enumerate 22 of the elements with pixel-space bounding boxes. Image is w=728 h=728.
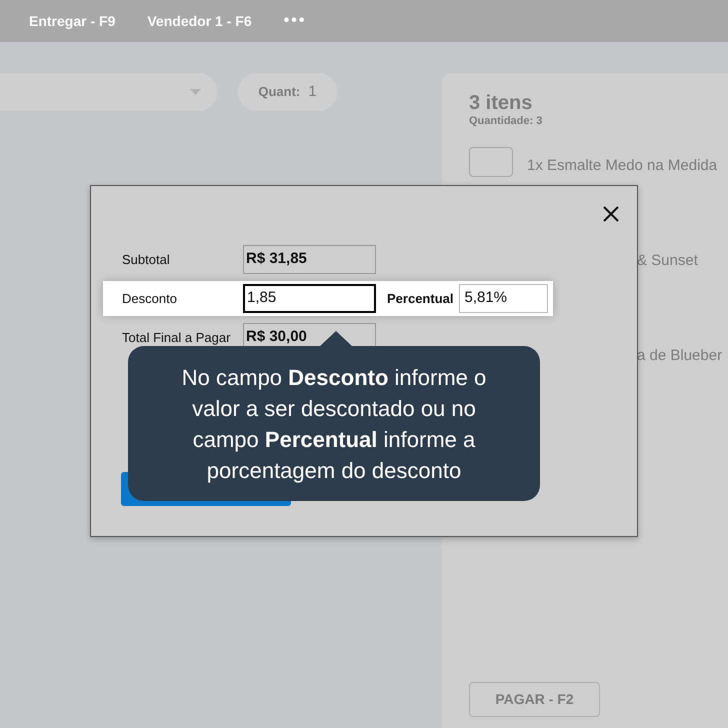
quantity-value: 1	[308, 82, 317, 102]
value-field[interactable]: 1,85	[243, 284, 376, 313]
cart-title: 3 itens	[469, 93, 534, 113]
menu-item[interactable]: Entregar - F9	[29, 10, 116, 32]
cart-subtitle: Quantidade: 3	[469, 114, 544, 129]
pay-button[interactable]: PAGAR - F2	[469, 682, 600, 717]
field-label: Desconto	[122, 290, 178, 308]
quantity-label: Quant:	[258, 83, 300, 102]
value-field[interactable]: R$ 31,85	[243, 245, 376, 274]
cart-item[interactable]: & Sunset	[637, 250, 698, 272]
quantity-field[interactable]: Quant: 1	[238, 73, 337, 111]
percent-field[interactable]: 5,81%	[459, 284, 548, 313]
cart-item[interactable]: 1x Esmalte Medo na Medida	[527, 154, 718, 177]
menu-item[interactable]: Vendedor 1 - F6	[147, 10, 252, 32]
product-thumbnail	[469, 146, 513, 176]
field-label: Subtotal	[122, 250, 171, 269]
more-menu[interactable]: •••	[284, 9, 306, 33]
caret-icon	[190, 89, 201, 95]
tooltip-text: No campo Desconto informe o valor a ser descontado ou no campo Percentual informe a porcentagem do desconto	[180, 364, 488, 485]
field-label: Percentual	[387, 290, 454, 308]
cart-item[interactable]: a de Blueber	[637, 344, 722, 367]
field-label: Total Final a Pagar	[122, 328, 232, 347]
